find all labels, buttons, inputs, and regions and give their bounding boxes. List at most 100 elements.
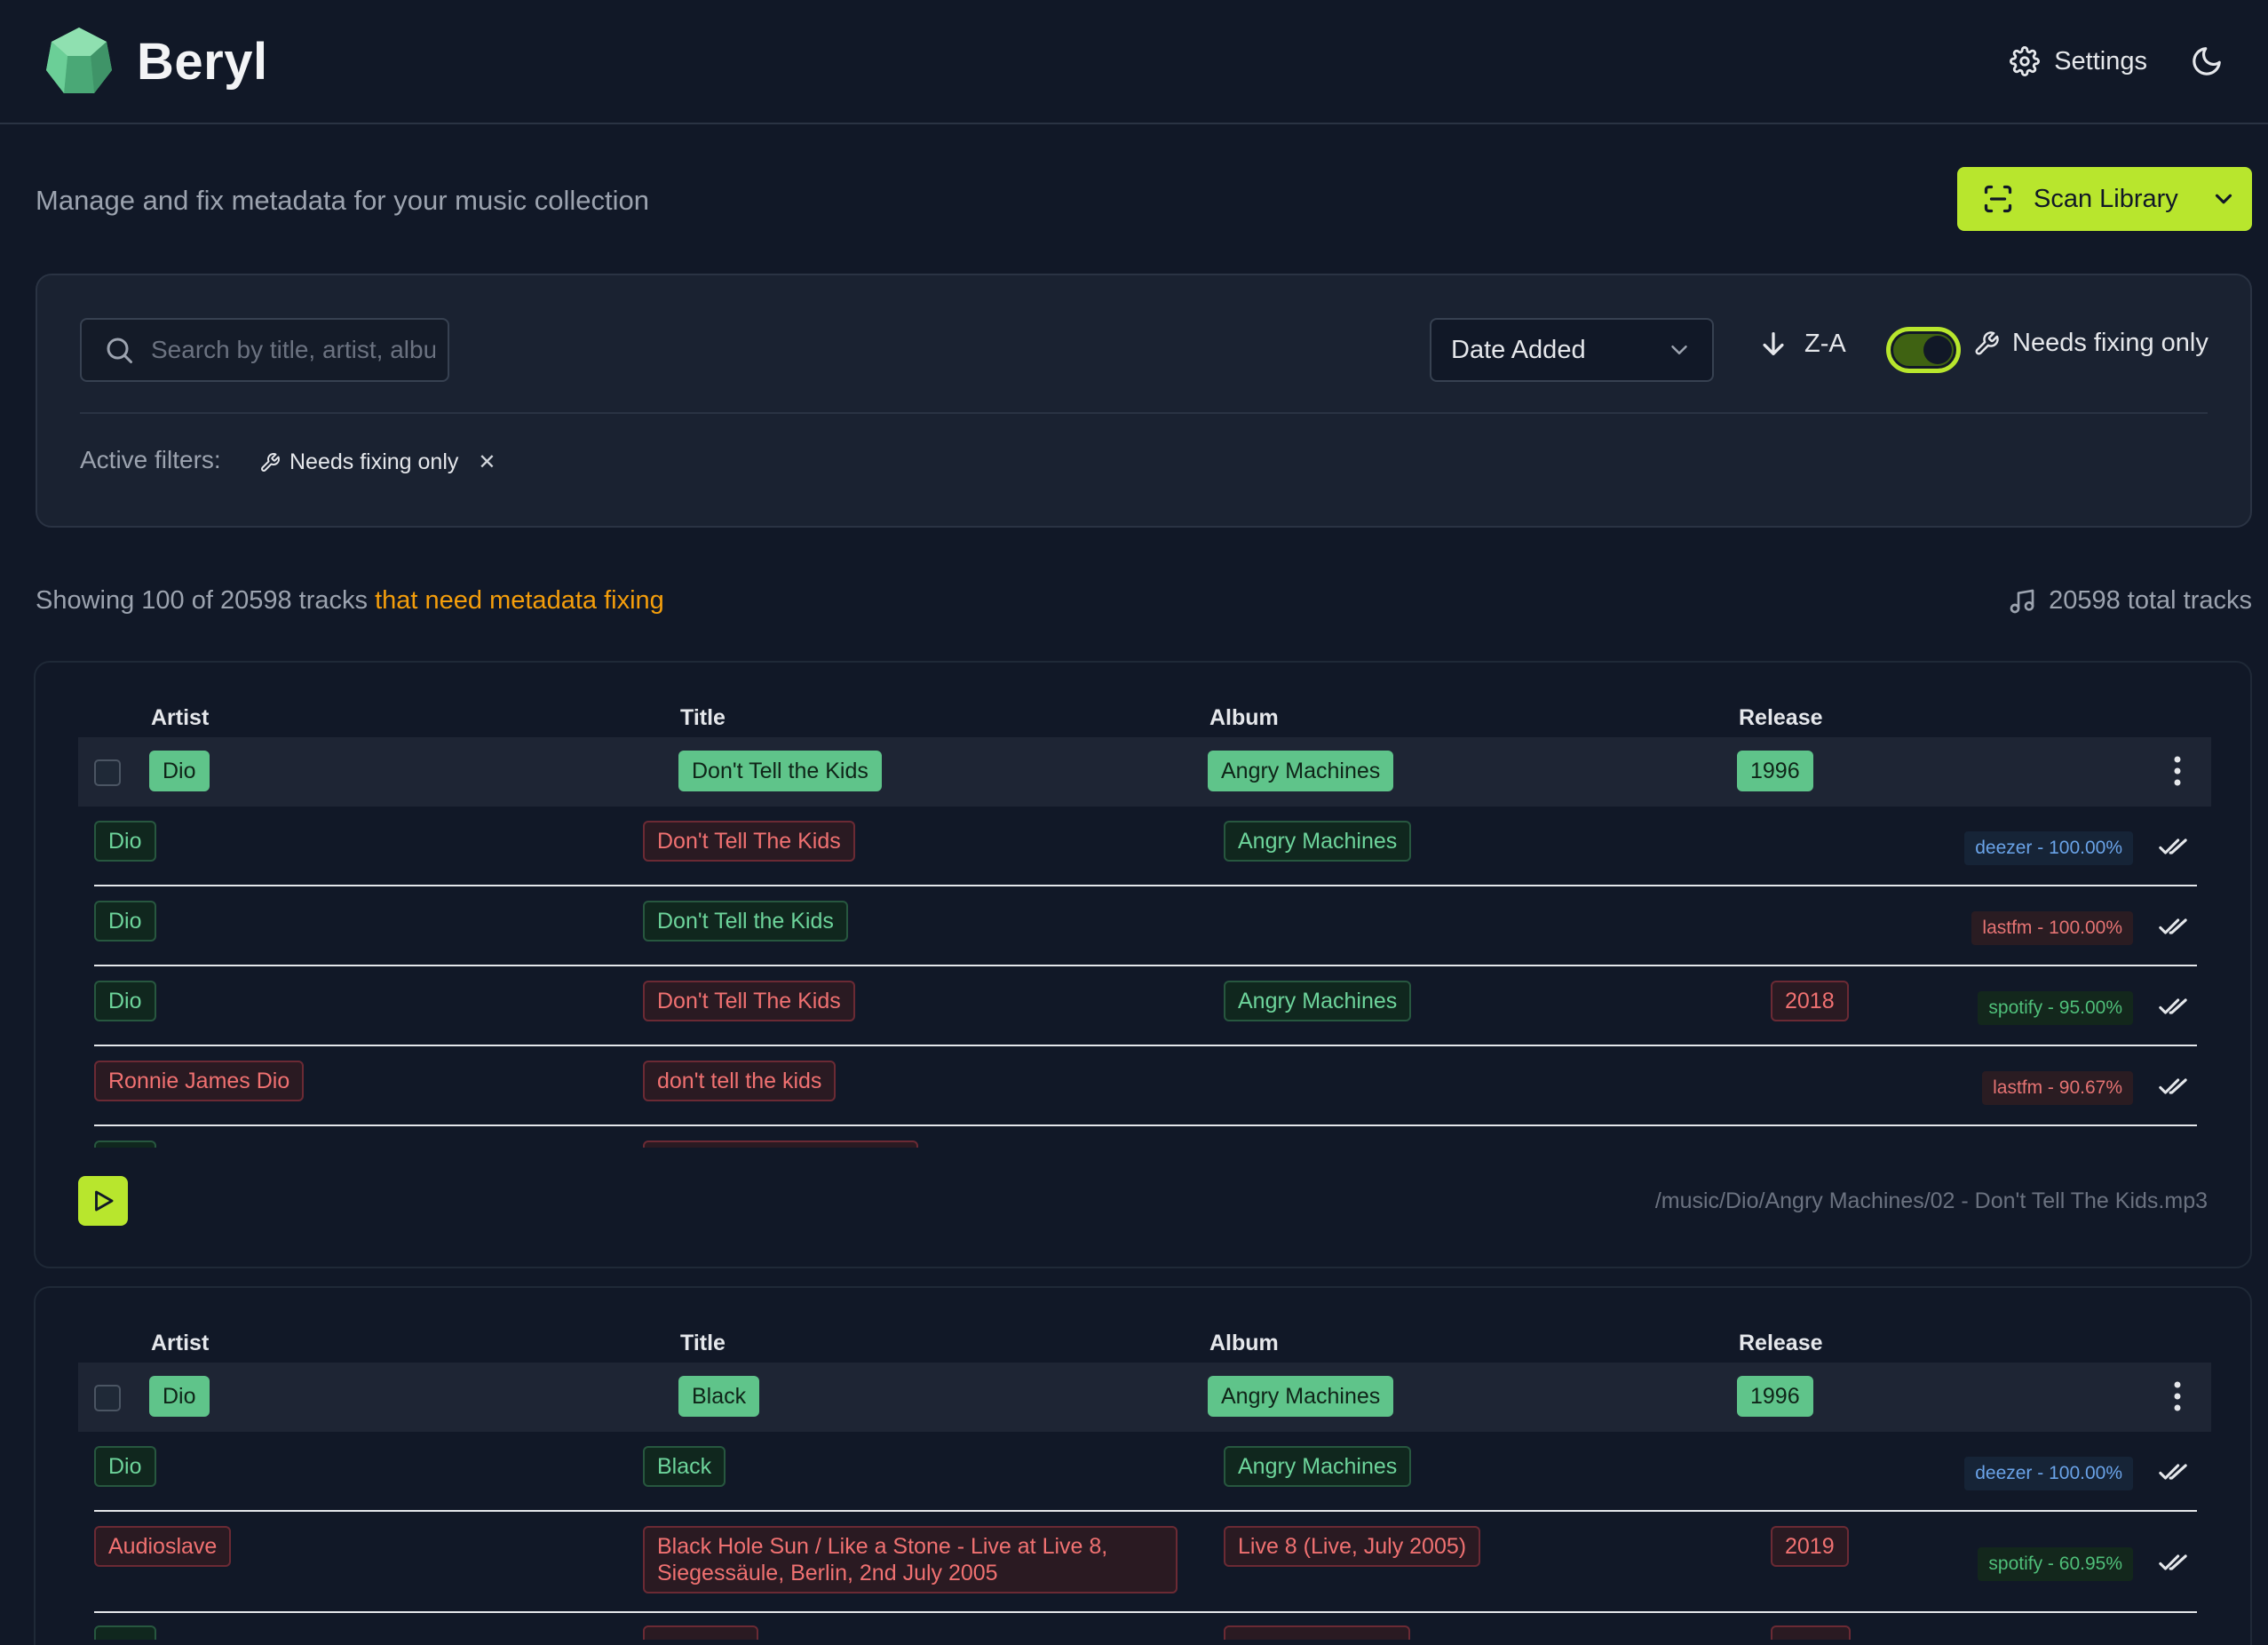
match-source-badge: lastfm - 90.67% xyxy=(1982,1071,2133,1105)
match-artist-partial xyxy=(94,1625,156,1640)
track-card: Artist Title Album Release Dio Black Ang… xyxy=(34,1286,2252,1645)
scan-library-label: Scan Library xyxy=(2034,184,2178,213)
scan-icon xyxy=(1984,185,2012,213)
match-source-badge: lastfm - 100.00% xyxy=(1971,911,2133,945)
sort-direction-label: Z-A xyxy=(1804,329,1846,358)
track-release: 1996 xyxy=(1737,751,1813,791)
needs-fixing-toggle[interactable] xyxy=(1886,327,1961,373)
wrench-icon xyxy=(1975,330,1999,354)
match-source-badge: spotify - 95.00% xyxy=(1978,991,2133,1025)
track-title: Black xyxy=(678,1376,760,1417)
match-album: Live 8 (Live, July 2005) xyxy=(1224,1526,1481,1567)
page-subtitle: Manage and fix metadata for your music c… xyxy=(36,185,649,216)
match-album-partial xyxy=(1224,1625,1410,1640)
settings-label: Settings xyxy=(2054,46,2147,75)
apply-match-check-icon[interactable] xyxy=(2158,1457,2188,1487)
sort-by-value: Date Added xyxy=(1451,335,1586,364)
sort-by-select[interactable]: Date Added xyxy=(1430,318,1714,382)
match-title: Black Hole Sun / Like a Stone - Live at … xyxy=(643,1526,1178,1593)
match-row[interactable]: Dio Black Angry Machines deezer - 100.00… xyxy=(94,1432,2197,1512)
match-artist: Dio xyxy=(94,901,156,942)
track-card: Artist Title Album Release Dio Don't Tel… xyxy=(34,661,2252,1268)
apply-match-check-icon[interactable] xyxy=(2158,831,2188,862)
match-source-badge: deezer - 100.00% xyxy=(1964,831,2133,865)
play-button[interactable] xyxy=(78,1176,128,1226)
apply-match-check-icon[interactable] xyxy=(2158,911,2188,942)
match-row[interactable]: Dio Don't Tell The Kids Angry Machines 2… xyxy=(94,966,2197,1046)
needs-fixing-toggle-label[interactable]: Needs fixing only xyxy=(1973,329,2209,358)
theme-toggle-moon-icon[interactable] xyxy=(2190,44,2224,78)
match-source-badge: spotify - 60.95% xyxy=(1978,1547,2133,1581)
match-row[interactable]: Ronnie James Dio don't tell the kids las… xyxy=(94,1046,2197,1126)
search-icon xyxy=(107,338,132,363)
track-artist: Dio xyxy=(149,1376,210,1417)
track-artist: Dio xyxy=(149,751,210,791)
total-tracks-label: 20598 total tracks xyxy=(2049,586,2252,615)
more-options-icon[interactable] xyxy=(2172,755,2183,787)
track-main-row[interactable]: Dio Don't Tell the Kids Angry Machines 1… xyxy=(78,737,2211,807)
track-album: Angry Machines xyxy=(1208,751,1394,791)
settings-button[interactable]: Settings xyxy=(2010,46,2147,76)
match-title-partial xyxy=(643,1140,918,1148)
active-filter-chip: Needs fixing only ✕ xyxy=(259,444,496,481)
match-row[interactable]: Dio Don't Tell The Kids Angry Machines d… xyxy=(94,807,2197,886)
column-header-artist: Artist xyxy=(151,1331,210,1355)
top-bar: Beryl Settings xyxy=(0,0,2268,124)
column-header-artist: Artist xyxy=(151,705,210,730)
apply-match-check-icon[interactable] xyxy=(2158,1547,2188,1577)
column-header-title: Title xyxy=(680,1331,726,1355)
scan-library-button[interactable]: Scan Library xyxy=(1957,167,2252,231)
chevron-down-icon xyxy=(1671,346,1687,354)
active-filter-chip-label: Needs fixing only xyxy=(289,449,459,474)
track-release: 1996 xyxy=(1737,1376,1813,1417)
match-source-badge: deezer - 100.00% xyxy=(1964,1457,2133,1490)
track-select-checkbox[interactable] xyxy=(94,759,121,786)
filter-panel: Date Added Z-A Needs fixing only Active … xyxy=(36,274,2252,528)
column-header-album: Album xyxy=(1209,705,1279,730)
remove-filter-close-icon[interactable]: ✕ xyxy=(478,449,496,475)
apply-match-check-icon[interactable] xyxy=(2158,1071,2188,1101)
match-artist: Dio xyxy=(94,1446,156,1487)
sort-direction-button[interactable]: Z-A xyxy=(1758,329,1846,359)
match-title: Don't Tell The Kids xyxy=(643,821,855,862)
column-header-album: Album xyxy=(1209,1331,1279,1355)
search-field[interactable] xyxy=(80,318,449,382)
track-album: Angry Machines xyxy=(1208,1376,1394,1417)
results-summary: Showing 100 of 20598 tracks that need me… xyxy=(36,586,664,616)
track-main-row[interactable]: Dio Black Angry Machines 1996 xyxy=(78,1363,2211,1432)
match-artist-partial xyxy=(94,1140,156,1148)
match-title: Don't Tell the Kids xyxy=(643,901,848,942)
match-row-partial xyxy=(94,1613,2197,1640)
match-release-partial xyxy=(1771,1625,1851,1640)
match-album: Angry Machines xyxy=(1224,981,1412,1021)
match-artist: Dio xyxy=(94,981,156,1021)
search-input[interactable] xyxy=(151,336,435,364)
more-options-icon[interactable] xyxy=(2172,1380,2183,1412)
active-filters-label: Active filters: xyxy=(80,446,221,473)
column-header-release: Release xyxy=(1739,1331,1823,1355)
app-brand: Beryl xyxy=(137,32,268,91)
music-note-icon xyxy=(2010,589,2034,613)
track-file-path: /music/Dio/Angry Machines/02 - Don't Tel… xyxy=(1654,1188,2208,1213)
match-album: Angry Machines xyxy=(1224,1446,1412,1487)
results-count: Showing 100 of 20598 tracks xyxy=(36,586,369,615)
match-release: 2018 xyxy=(1771,981,1849,1021)
match-artist: Audioslave xyxy=(94,1526,232,1567)
track-title: Don't Tell the Kids xyxy=(678,751,882,791)
apply-match-check-icon[interactable] xyxy=(2158,991,2188,1021)
match-row[interactable]: Dio Don't Tell the Kids lastfm - 100.00% xyxy=(94,886,2197,966)
match-title: Don't Tell The Kids xyxy=(643,981,855,1021)
match-row-partial xyxy=(94,1126,2197,1148)
needs-fixing-text: Needs fixing only xyxy=(2012,329,2209,357)
match-row[interactable]: Audioslave Black Hole Sun / Like a Stone… xyxy=(94,1512,2197,1613)
chevron-down-icon xyxy=(2215,194,2232,204)
track-select-checkbox[interactable] xyxy=(94,1385,121,1411)
wrench-icon xyxy=(261,452,280,472)
beryl-logo-icon xyxy=(46,28,112,93)
match-artist: Ronnie James Dio xyxy=(94,1061,305,1101)
results-highlight: that need metadata fixing xyxy=(375,586,664,615)
arrow-down-icon xyxy=(1763,332,1784,355)
match-album: Angry Machines xyxy=(1224,821,1412,862)
match-artist: Dio xyxy=(94,821,156,862)
scan-options-dropdown[interactable] xyxy=(2195,167,2252,231)
